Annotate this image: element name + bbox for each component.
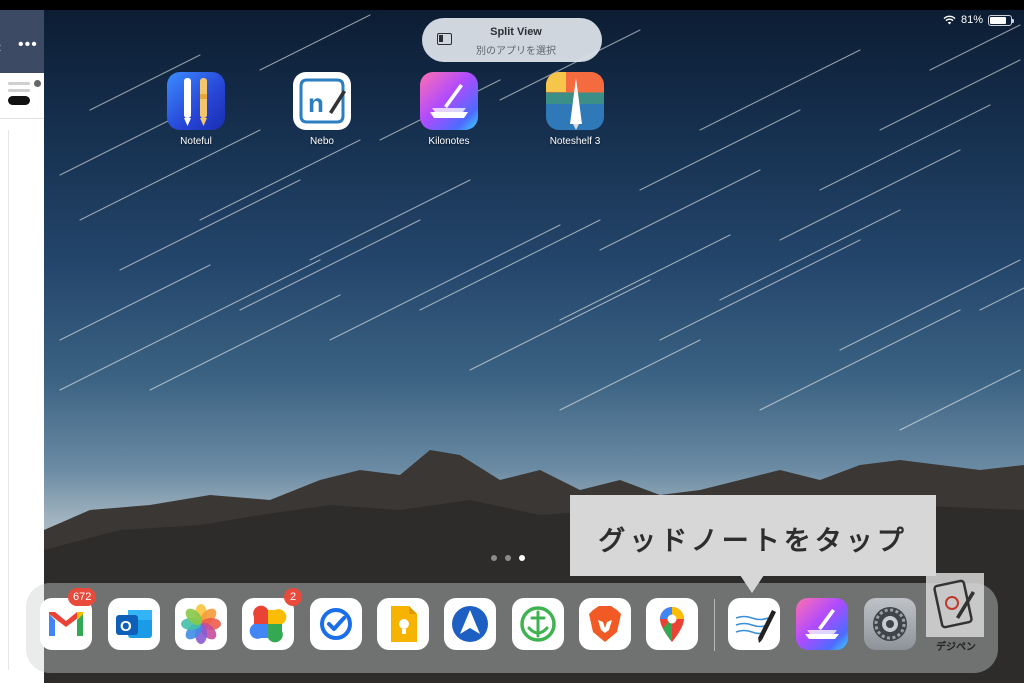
- kilonotes-icon: [420, 72, 478, 130]
- dock-app-tasks[interactable]: [310, 598, 362, 650]
- app-kilonotes[interactable]: Kilonotes: [409, 72, 489, 147]
- svg-text:O: O: [120, 618, 132, 635]
- watermark-text: デジペン: [936, 642, 976, 653]
- wifi-icon: [943, 15, 956, 25]
- battery-icon: [988, 14, 1014, 26]
- app-noteshelf-3[interactable]: Noteshelf 3: [535, 72, 615, 147]
- dock-separator: [714, 599, 715, 651]
- divider: [0, 118, 44, 119]
- toolbar-thumbnail: [8, 80, 41, 105]
- keep-icon: [391, 606, 417, 642]
- nebo-icon: n: [293, 72, 351, 130]
- check-circle-icon: [320, 608, 352, 640]
- dock-app-navigation[interactable]: [444, 598, 496, 650]
- split-view-banner[interactable]: Split View 別のアプリを選択: [422, 18, 602, 62]
- kilonotes-icon: [805, 609, 839, 639]
- slide-over-header: ‹ •••: [0, 10, 44, 73]
- instruction-callout: グッドノートをタップ: [570, 495, 936, 576]
- callout-text: グッドノートをタップ: [598, 526, 908, 556]
- dock-app-keep[interactable]: [377, 598, 429, 650]
- notification-badge: 2: [284, 588, 302, 606]
- split-view-title: Split View: [490, 26, 542, 38]
- gear-icon: [873, 607, 907, 641]
- page-dot[interactable]: [491, 555, 497, 561]
- dock-app-kilonotes[interactable]: [796, 598, 848, 650]
- google-photos-icon: [249, 605, 287, 643]
- goodnotes-icon: [735, 610, 776, 643]
- brave-lion-icon: [589, 606, 621, 642]
- dock-app-google-maps[interactable]: [646, 598, 698, 650]
- ipad-home-screen: 81% ‹ ••• Split View 別のアプリを選択: [0, 10, 1024, 683]
- outlook-icon: O: [116, 610, 152, 638]
- map-pin-icon: [660, 607, 684, 642]
- dock-app-goodnotes[interactable]: [728, 598, 780, 650]
- dock-app-anchor[interactable]: [512, 598, 564, 650]
- battery-percentage: 81%: [960, 14, 983, 26]
- dock-app-google-photos[interactable]: [242, 598, 294, 650]
- more-icon[interactable]: •••: [18, 36, 38, 54]
- callout-pointer: [740, 575, 764, 593]
- noteshelf-icon: [546, 72, 604, 130]
- notification-badge: 672: [68, 588, 97, 606]
- dock-app-outlook[interactable]: O: [108, 598, 160, 650]
- divider: [8, 130, 9, 670]
- page-dot-active[interactable]: [519, 555, 525, 561]
- app-label: Nebo: [310, 136, 334, 147]
- app-label: Noteshelf 3: [549, 136, 601, 147]
- svg-text:n: n: [308, 88, 324, 118]
- app-noteful[interactable]: Noteful: [156, 72, 236, 147]
- photos-icon: [181, 604, 221, 644]
- watermark-box: [926, 573, 984, 637]
- dock-app-photos[interactable]: [175, 598, 227, 650]
- tablet-pen-icon: [933, 579, 975, 629]
- navigation-arrow-icon: [452, 606, 488, 642]
- noteful-icon: [167, 72, 225, 130]
- back-icon[interactable]: ‹: [0, 39, 1, 57]
- app-label: Noteful: [180, 136, 212, 147]
- page-dot[interactable]: [505, 555, 511, 561]
- dock-app-settings[interactable]: [864, 598, 916, 650]
- status-bar: 81%: [943, 14, 1014, 26]
- split-view-subtitle: 別のアプリを選択: [476, 46, 556, 57]
- dock-app-brave[interactable]: [579, 598, 631, 650]
- page-indicator[interactable]: [491, 555, 525, 561]
- slide-over-panel[interactable]: ‹ •••: [0, 10, 44, 683]
- app-nebo[interactable]: n Nebo: [282, 72, 362, 147]
- anchor-icon: [520, 606, 556, 642]
- watermark-logo: デジペン: [922, 573, 990, 655]
- app-label: Kilonotes: [428, 136, 470, 147]
